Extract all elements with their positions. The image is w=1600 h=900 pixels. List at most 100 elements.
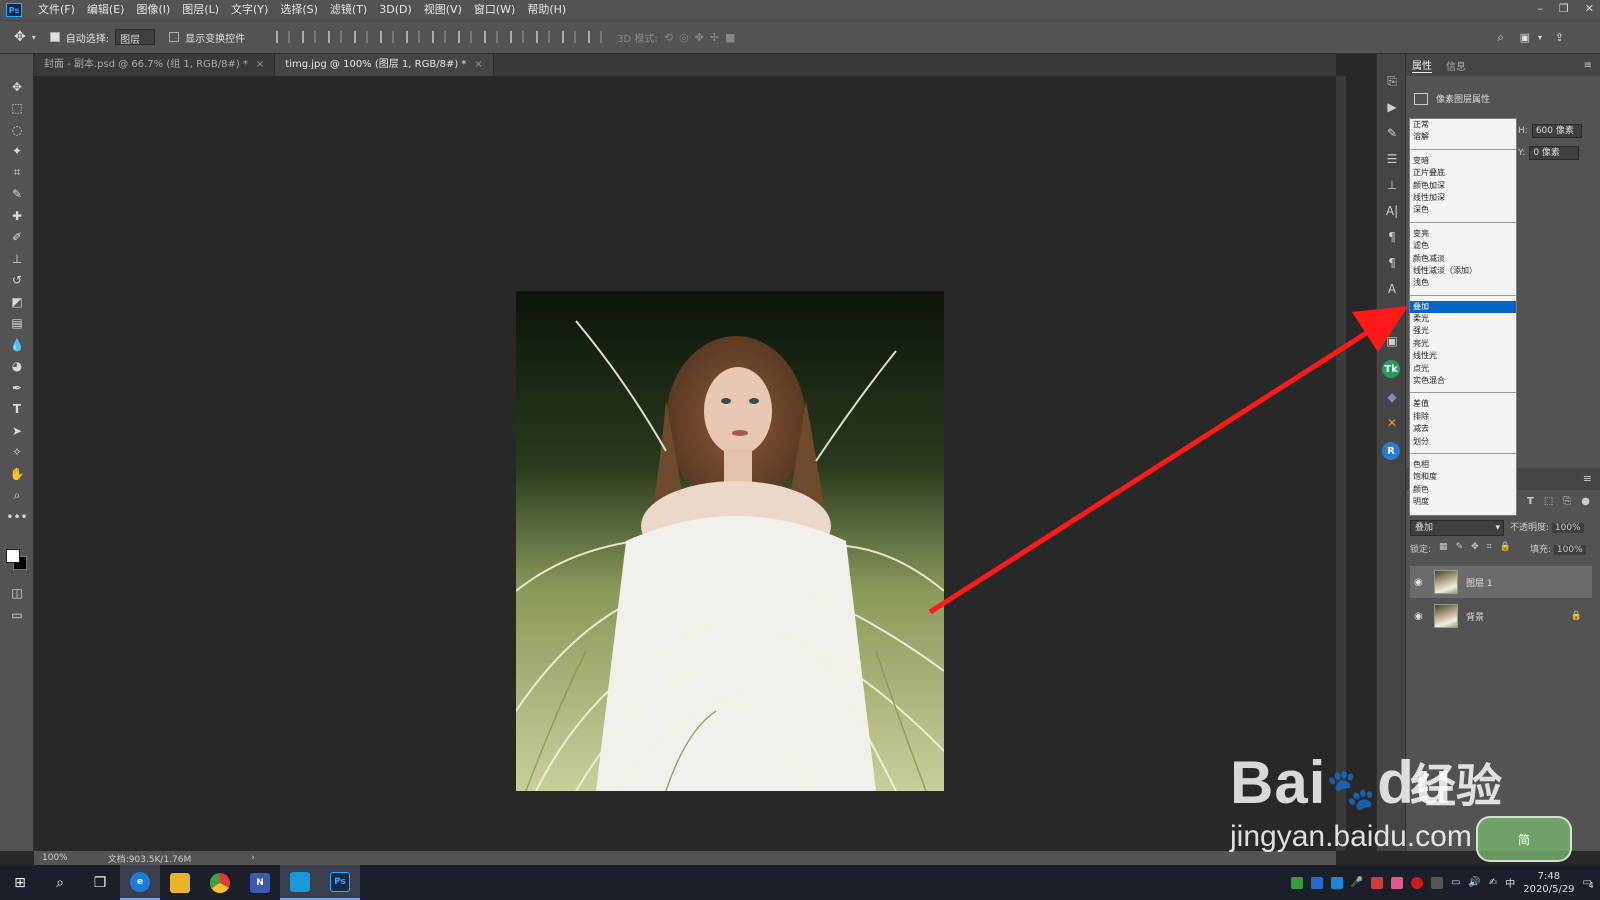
- fill-value[interactable]: 100%: [1553, 545, 1586, 555]
- crop-tool-icon[interactable]: ⌗: [0, 162, 34, 184]
- quick-mask-icon[interactable]: ◫: [0, 582, 34, 604]
- shield-icon[interactable]: [1310, 876, 1323, 889]
- clone-source-icon[interactable]: ⊥: [1377, 172, 1407, 198]
- type-tool-icon[interactable]: T: [0, 399, 34, 421]
- chevron-down-icon[interactable]: ▾: [1538, 33, 1542, 42]
- align-hcenter-icon[interactable]: [380, 31, 395, 43]
- pan-3d-icon[interactable]: ✥: [695, 31, 704, 44]
- taskbar-app-photoshop[interactable]: Ps: [320, 865, 360, 900]
- paragraph-styles-icon[interactable]: ¶: [1377, 250, 1407, 276]
- windows-start-icon[interactable]: ⊞: [0, 865, 40, 900]
- task-view-icon[interactable]: ❐: [80, 865, 120, 900]
- history-panel-icon[interactable]: ⎘: [1377, 68, 1407, 94]
- libraries-icon[interactable]: ▣: [1377, 328, 1407, 354]
- path-selection-tool-icon[interactable]: ➤: [0, 420, 34, 442]
- notification-icon[interactable]: ▭ 4: [1583, 877, 1594, 890]
- marquee-tool-icon[interactable]: ⬚: [0, 98, 34, 120]
- blend-option[interactable]: 明度: [1410, 496, 1516, 508]
- scale-3d-icon[interactable]: ■: [725, 31, 735, 44]
- clone-stamp-tool-icon[interactable]: ⊥: [0, 248, 34, 270]
- layer-row-background[interactable]: ◉ 背景 🔒: [1410, 600, 1592, 632]
- lock-artboard-icon[interactable]: ⌗: [1487, 542, 1492, 555]
- menu-layer[interactable]: 图层(L): [176, 0, 225, 20]
- blend-option[interactable]: 颜色: [1410, 484, 1516, 496]
- menu-help[interactable]: 帮助(H): [521, 0, 572, 20]
- blend-option[interactable]: 色相: [1410, 459, 1516, 471]
- blend-mode-select[interactable]: 叠加 ▾: [1410, 520, 1504, 536]
- align-top-icon[interactable]: [276, 31, 291, 43]
- chevron-down-icon[interactable]: ▾: [32, 33, 36, 42]
- y-field[interactable]: 0 像素: [1529, 146, 1580, 160]
- status-menu-arrow[interactable]: ›: [251, 853, 255, 863]
- taskbar-app-browser[interactable]: e: [120, 865, 160, 900]
- move-tool-icon[interactable]: ✥: [14, 29, 26, 45]
- panel-menu-icon[interactable]: ≡: [1583, 472, 1592, 485]
- tray-app-icon[interactable]: [1290, 876, 1303, 889]
- pen-icon[interactable]: ✍: [1489, 877, 1497, 888]
- blend-option[interactable]: 饱和度: [1410, 471, 1516, 483]
- cross-tools-icon[interactable]: ✕: [1377, 410, 1407, 436]
- filter-smart-object-icon[interactable]: ⎘: [1563, 496, 1571, 516]
- blend-option[interactable]: 线性加深: [1410, 192, 1516, 204]
- blend-option[interactable]: 实色混合: [1410, 375, 1516, 387]
- lock-transparent-icon[interactable]: ▦: [1439, 542, 1448, 555]
- screen-mode-icon[interactable]: ▭: [0, 604, 34, 626]
- auto-select-dropdown[interactable]: 图层: [115, 29, 156, 46]
- close-icon[interactable]: ×: [474, 59, 482, 70]
- opacity-value[interactable]: 100%: [1551, 523, 1584, 533]
- shape-tool-icon[interactable]: ✧: [0, 442, 34, 464]
- tool-presets-icon[interactable]: ✂: [1377, 302, 1407, 328]
- opacity-control[interactable]: 不透明度: 100%: [1510, 520, 1584, 533]
- tab-cover-psd[interactable]: 封面 - 副本.psd @ 66.7% (组 1, RGB/8#) * ×: [34, 54, 276, 76]
- lock-all-icon[interactable]: 🔒: [1500, 542, 1511, 555]
- minimize-button[interactable]: –: [1537, 0, 1543, 18]
- menu-file[interactable]: 文件(F): [32, 0, 81, 20]
- actions-play-icon[interactable]: ▶: [1377, 94, 1407, 120]
- blend-option[interactable]: 颜色减淡: [1410, 253, 1516, 265]
- close-window-button[interactable]: ✕: [1585, 0, 1594, 18]
- tab-info[interactable]: 信息: [1446, 58, 1466, 73]
- filter-type-icon[interactable]: T: [1527, 496, 1534, 516]
- menu-image[interactable]: 图像(I): [130, 0, 176, 20]
- distribute-hcenter-icon[interactable]: [536, 31, 551, 43]
- dodge-tool-icon[interactable]: ◕: [0, 356, 34, 378]
- eye-icon[interactable]: ◉: [1414, 577, 1426, 588]
- search-icon[interactable]: ⌕: [40, 865, 80, 900]
- hand-tool-icon[interactable]: ✋: [0, 463, 34, 485]
- menu-3d[interactable]: 3D(D): [373, 0, 418, 20]
- layer-name[interactable]: 图层 1: [1466, 576, 1493, 589]
- slide-3d-icon[interactable]: ✢: [710, 31, 719, 44]
- brush-settings-icon[interactable]: ✎: [1377, 120, 1407, 146]
- clock[interactable]: 7:48 2020/5/29: [1523, 870, 1574, 896]
- auto-align-icon[interactable]: [588, 31, 603, 43]
- canvas-area[interactable]: [34, 76, 1336, 851]
- menu-window[interactable]: 窗口(W): [468, 0, 521, 20]
- tab-properties[interactable]: 属性: [1412, 57, 1432, 73]
- blend-option[interactable]: 亮光: [1410, 338, 1516, 350]
- lock-pixels-icon[interactable]: ✎: [1456, 542, 1464, 555]
- network-icon[interactable]: ▭: [1451, 877, 1460, 888]
- magic-wand-tool-icon[interactable]: ✦: [0, 141, 34, 163]
- lock-position-icon[interactable]: ✥: [1471, 542, 1479, 555]
- blur-tool-icon[interactable]: 💧: [0, 334, 34, 356]
- layer-row-layer1[interactable]: ◉ 图层 1: [1410, 566, 1592, 598]
- character-panel-icon[interactable]: A|: [1377, 198, 1407, 224]
- eyedropper-tool-icon[interactable]: ✎: [0, 184, 34, 206]
- distribute-right-icon[interactable]: [562, 31, 577, 43]
- blend-option[interactable]: 点光: [1410, 363, 1516, 375]
- blend-option[interactable]: 线性光: [1410, 350, 1516, 362]
- blend-option[interactable]: 正常: [1410, 119, 1516, 131]
- show-transform-checkbox[interactable]: [169, 32, 180, 42]
- tray-app-icon[interactable]: [1390, 876, 1403, 889]
- history-brush-tool-icon[interactable]: ↺: [0, 270, 34, 292]
- blend-option[interactable]: 正片叠底: [1410, 167, 1516, 179]
- menu-edit[interactable]: 编辑(E): [81, 0, 131, 20]
- blend-option[interactable]: 溶解: [1410, 131, 1516, 143]
- eraser-tool-icon[interactable]: ◩: [0, 291, 34, 313]
- taskbar-app-store[interactable]: [280, 865, 320, 900]
- align-right-icon[interactable]: [406, 31, 421, 43]
- brush-tool-icon[interactable]: ✐: [0, 227, 34, 249]
- orbit-3d-icon[interactable]: ⟲: [664, 31, 673, 44]
- tab-timg-jpg[interactable]: timg.jpg @ 100% (图层 1, RGB/8#) * ×: [275, 54, 494, 76]
- gradient-tool-icon[interactable]: ▤: [0, 313, 34, 335]
